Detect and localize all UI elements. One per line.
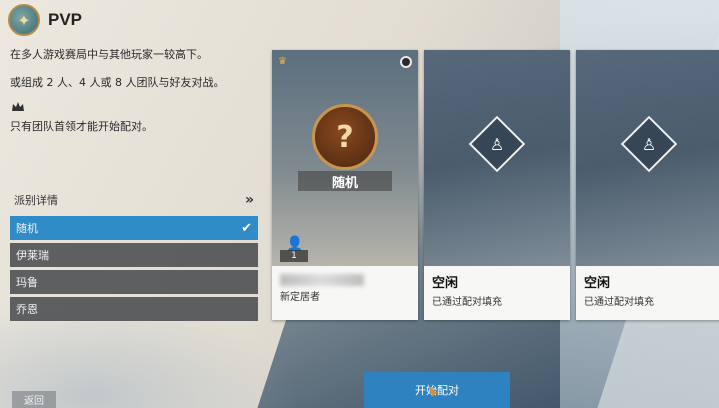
open-slot-card[interactable]: ♙ 空闲 已通过配对填充 (576, 50, 719, 320)
question-mark-icon: ? (336, 119, 354, 155)
open-slot-art: ♙ (424, 50, 570, 266)
matchmaking-slot-icon: ♙ (641, 134, 657, 154)
slot-status: 空闲 (584, 276, 611, 291)
faction-details-toggle[interactable]: 派别详情 » (10, 189, 258, 211)
open-slot-card[interactable]: ♙ 空闲 已通过配对填充 (424, 50, 570, 320)
faction-item-label: 乔恩 (16, 303, 38, 316)
random-hero-portrait: ? (312, 104, 378, 170)
slot-status: 空闲 (432, 276, 459, 291)
blurred-player-name (280, 274, 364, 286)
settings-icon[interactable] (400, 56, 412, 68)
header: ✦ PVP (8, 4, 82, 36)
player-title: 新定居者 (280, 292, 320, 303)
hero-label: 随机 (331, 176, 358, 191)
faction-emblem-icon: ✦ (8, 4, 40, 36)
slot-subtitle: 已通过配对填充 (432, 297, 502, 308)
faction-item-qiaoen[interactable]: 乔恩 (10, 297, 258, 321)
crown-icon (12, 102, 24, 111)
player-card[interactable]: ♛ ? 随机 👤 1 新定居者 (272, 50, 418, 320)
leader-note: 只有团队首领才能开始配对。 (10, 120, 153, 133)
faction-item-label: 随机 (16, 222, 38, 235)
open-slot-info: 空闲 已通过配对填充 (424, 266, 570, 320)
party-count-badge: 1 (280, 250, 308, 262)
player-card-info: 新定居者 (272, 266, 418, 320)
faction-item-random[interactable]: 随机 ✔ (10, 216, 258, 240)
faction-details-label: 派别详情 (14, 194, 58, 207)
faction-item-label: 玛鲁 (16, 276, 38, 289)
open-slot-info: 空闲 已通过配对填充 (576, 266, 719, 320)
slot-subtitle: 已通过配对填充 (584, 297, 654, 308)
leader-crown-icon: ♛ (278, 56, 287, 67)
description-line-1: 在多人游戏赛局中与其他玩家一较高下。 (10, 48, 208, 61)
faction-item-maru[interactable]: 玛鲁 (10, 270, 258, 294)
description-line-2: 或组成 2 人、4 人或 8 人团队与好友对战。 (10, 76, 225, 89)
checkmark-icon: ✔ (241, 220, 252, 236)
faction-item-label: 伊莱瑞 (16, 249, 49, 262)
double-chevron-right-icon: » (244, 192, 254, 208)
back-button[interactable]: 返回 (12, 391, 56, 408)
matchmaking-slot-icon: ♙ (489, 134, 505, 154)
start-matchmaking-button[interactable]: 开始配对 (364, 372, 510, 408)
open-slot-art: ♙ (576, 50, 719, 266)
faction-item-elaria[interactable]: 伊莱瑞 (10, 243, 258, 267)
player-card-art: ♛ ? 随机 👤 1 (272, 50, 418, 266)
page-title: PVP (48, 10, 83, 29)
